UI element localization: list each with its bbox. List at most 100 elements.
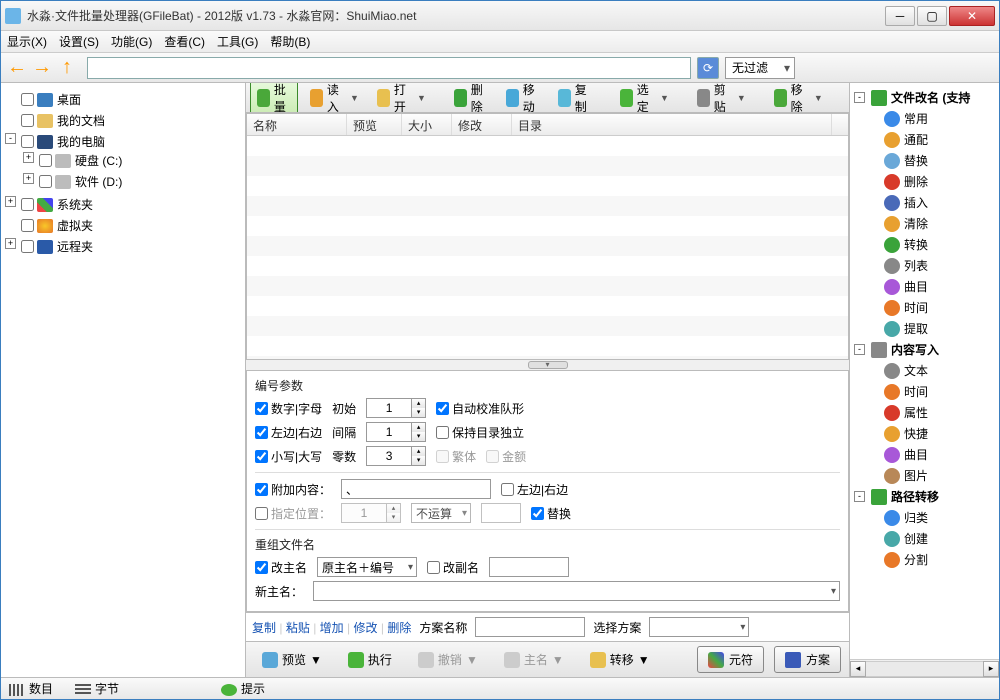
chk-keep-dir[interactable]: 保持目录独立 bbox=[436, 424, 524, 441]
menu-item[interactable]: 查看(C) bbox=[164, 33, 205, 50]
action-item[interactable]: 插入 bbox=[904, 194, 928, 211]
ext-input[interactable] bbox=[489, 557, 569, 577]
preview-button[interactable]: 预览▼ bbox=[254, 648, 330, 671]
tree-checkbox[interactable] bbox=[21, 114, 34, 127]
action-item[interactable]: 提取 bbox=[904, 320, 928, 337]
filter-select[interactable]: 无过滤 bbox=[725, 57, 795, 79]
action-item[interactable]: 快捷 bbox=[904, 425, 928, 442]
tree-checkbox[interactable] bbox=[21, 219, 34, 232]
chk-lower-upper[interactable]: 小写|大写 bbox=[255, 448, 322, 465]
column-header[interactable]: 大小 bbox=[402, 114, 452, 135]
column-header[interactable]: 预览 bbox=[347, 114, 402, 135]
tree-checkbox[interactable] bbox=[21, 135, 34, 148]
tree-toggle[interactable]: + bbox=[5, 196, 16, 207]
action-item[interactable]: 文本 bbox=[904, 362, 928, 379]
action-item[interactable]: 转换 bbox=[904, 236, 928, 253]
scheme-粘贴[interactable]: 粘贴 bbox=[286, 621, 310, 635]
action-item[interactable]: 创建 bbox=[904, 530, 928, 547]
column-header[interactable]: 目录 bbox=[512, 114, 832, 135]
action-item[interactable]: 时间 bbox=[904, 299, 928, 316]
tree-checkbox[interactable] bbox=[21, 198, 34, 211]
action-item[interactable]: 通配 bbox=[904, 131, 928, 148]
action-item[interactable]: 常用 bbox=[904, 110, 928, 127]
address-bar[interactable] bbox=[87, 57, 691, 79]
group-title[interactable]: 文件改名 (支持 bbox=[891, 89, 970, 106]
tree-toggle[interactable]: - bbox=[854, 344, 865, 355]
menu-item[interactable]: 显示(X) bbox=[7, 33, 47, 50]
action-item[interactable]: 曲目 bbox=[904, 446, 928, 463]
right-hscroll[interactable]: ◂▸ bbox=[850, 659, 999, 677]
action-item[interactable]: 曲目 bbox=[904, 278, 928, 295]
scheme-增加[interactable]: 增加 bbox=[320, 621, 344, 635]
close-button[interactable]: ✕ bbox=[949, 6, 995, 26]
tree-toggle[interactable]: + bbox=[5, 238, 16, 249]
new-main-name[interactable] bbox=[313, 581, 840, 601]
toolbar-打开[interactable]: 打开▼ bbox=[371, 83, 432, 113]
action-item[interactable]: 归类 bbox=[904, 509, 928, 526]
menu-item[interactable]: 工具(G) bbox=[217, 33, 258, 50]
refresh-button[interactable]: ⟳ bbox=[697, 57, 719, 79]
scheme-button[interactable]: 方案 bbox=[774, 646, 841, 673]
tree-toggle[interactable]: - bbox=[5, 133, 16, 144]
spinner-zeros[interactable]: ▴▾ bbox=[366, 446, 426, 466]
scheme-复制[interactable]: 复制 bbox=[252, 621, 276, 635]
column-header[interactable]: 修改 bbox=[452, 114, 512, 135]
chk-auto-align[interactable]: 自动校准队形 bbox=[436, 400, 524, 417]
tree-label[interactable]: 软件 (D:) bbox=[75, 175, 122, 189]
group-title[interactable]: 内容写入 bbox=[891, 341, 939, 358]
menu-item[interactable]: 功能(G) bbox=[111, 33, 152, 50]
toolbar-移动[interactable]: 移动 bbox=[500, 83, 546, 113]
chk-left-right[interactable]: 左边|右边 bbox=[255, 424, 322, 441]
spinner-interval[interactable]: ▴▾ bbox=[366, 422, 426, 442]
scheme-删除[interactable]: 删除 bbox=[387, 621, 411, 635]
menu-item[interactable]: 设置(S) bbox=[59, 33, 99, 50]
tree-label[interactable]: 我的电脑 bbox=[57, 135, 105, 149]
chk-append-content[interactable]: 附加内容： bbox=[255, 481, 331, 498]
tree-label[interactable]: 远程夹 bbox=[57, 240, 93, 254]
tree-checkbox[interactable] bbox=[21, 93, 34, 106]
toolbar-批量[interactable]: 批量 bbox=[250, 83, 298, 113]
scheme-修改[interactable]: 修改 bbox=[353, 621, 377, 635]
action-item[interactable]: 图片 bbox=[904, 467, 928, 484]
append-input[interactable] bbox=[341, 479, 491, 499]
action-item[interactable]: 属性 bbox=[904, 404, 928, 421]
tree-label[interactable]: 硬盘 (C:) bbox=[75, 154, 122, 168]
minimize-button[interactable]: ─ bbox=[885, 6, 915, 26]
yuanfu-button[interactable]: 元符 bbox=[697, 646, 764, 673]
action-item[interactable]: 清除 bbox=[904, 215, 928, 232]
action-item[interactable]: 分割 bbox=[904, 551, 928, 568]
action-item[interactable]: 时间 bbox=[904, 383, 928, 400]
tree-toggle[interactable]: + bbox=[23, 152, 34, 163]
action-item[interactable]: 替换 bbox=[904, 152, 928, 169]
toolbar-剪贴[interactable]: 剪贴▼ bbox=[691, 83, 752, 113]
scheme-select[interactable] bbox=[649, 617, 749, 637]
nav-forward-icon[interactable]: → bbox=[30, 56, 54, 80]
run-button[interactable]: 执行 bbox=[340, 648, 400, 671]
tree-toggle[interactable]: - bbox=[854, 92, 865, 103]
toolbar-复制[interactable]: 复制 bbox=[552, 83, 598, 113]
tree-toggle[interactable]: + bbox=[23, 173, 34, 184]
menu-item[interactable]: 帮助(B) bbox=[270, 33, 310, 50]
scheme-name-input[interactable] bbox=[475, 617, 585, 637]
chk-digit-letter[interactable]: 数字|字母 bbox=[255, 400, 322, 417]
chk-replace[interactable]: 替换 bbox=[531, 505, 571, 522]
spinner-start[interactable]: ▴▾ bbox=[366, 398, 426, 418]
tree-toggle[interactable]: - bbox=[854, 491, 865, 502]
tree-checkbox[interactable] bbox=[21, 240, 34, 253]
file-list[interactable] bbox=[247, 136, 848, 359]
chk-position[interactable]: 指定位置： bbox=[255, 505, 331, 522]
tree-label[interactable]: 虚拟夹 bbox=[57, 219, 93, 233]
toolbar-删除[interactable]: 删除 bbox=[448, 83, 494, 113]
splitter[interactable]: ▾ bbox=[246, 360, 849, 370]
toolbar-读入[interactable]: 读入▼ bbox=[304, 83, 365, 113]
tree-label[interactable]: 我的文档 bbox=[57, 114, 105, 128]
nav-up-icon[interactable]: ↑ bbox=[55, 56, 79, 80]
chk-change-ext[interactable]: 改副名 bbox=[427, 559, 479, 576]
chk-change-main[interactable]: 改主名 bbox=[255, 559, 307, 576]
main-name-select[interactable]: 原主名＋编号 bbox=[317, 557, 417, 577]
maximize-button[interactable]: ▢ bbox=[917, 6, 947, 26]
action-item[interactable]: 删除 bbox=[904, 173, 928, 190]
transfer-button[interactable]: 转移▼ bbox=[582, 648, 658, 671]
chk-append-side[interactable]: 左边|右边 bbox=[501, 481, 568, 498]
toolbar-选定[interactable]: 选定▼ bbox=[614, 83, 675, 113]
